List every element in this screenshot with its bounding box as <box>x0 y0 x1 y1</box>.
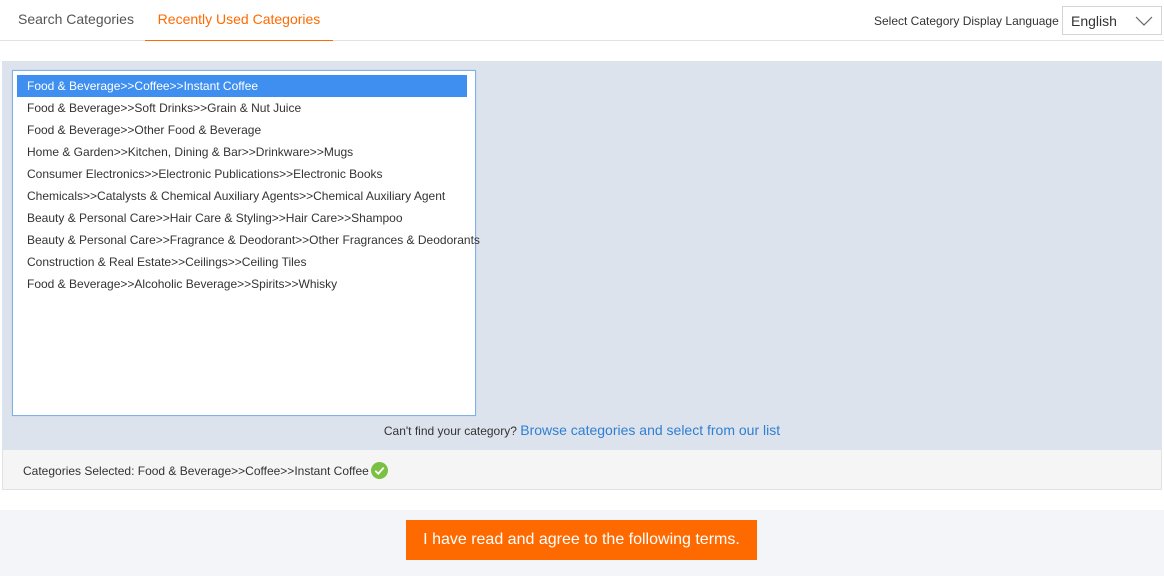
footer-area: I have read and agree to the following t… <box>0 510 1164 576</box>
categories-selected-value: Food & Beverage>>Coffee>>Instant Coffee <box>137 464 369 478</box>
recent-category-option[interactable]: Beauty & Personal Care>>Fragrance & Deod… <box>17 229 480 251</box>
cant-find-question: Can't find your category? <box>383 424 517 438</box>
recent-categories-panel: Food & Beverage>>Coffee>>Instant Coffee F… <box>2 61 1162 450</box>
recent-category-option[interactable]: Construction & Real Estate>>Ceilings>>Ce… <box>17 251 467 273</box>
browse-categories-link[interactable]: Browse categories and select from our li… <box>520 422 780 438</box>
check-circle-icon <box>370 462 388 479</box>
categories-selected-text: Categories Selected: Food & Beverage>>Co… <box>23 462 388 479</box>
categories-selected-label: Categories Selected: <box>23 464 135 478</box>
recent-category-option[interactable]: Food & Beverage>>Soft Drinks>>Grain & Nu… <box>17 97 467 119</box>
recent-category-option[interactable]: Consumer Electronics>>Electronic Publica… <box>17 163 467 185</box>
language-select[interactable]: English <box>1062 6 1162 35</box>
recent-category-option[interactable]: Food & Beverage>>Other Food & Beverage <box>17 119 467 141</box>
language-label: Select Category Display Language <box>874 14 1059 28</box>
recent-category-option[interactable]: Beauty & Personal Care>>Hair Care & Styl… <box>17 207 467 229</box>
recent-category-option[interactable]: Food & Beverage>>Coffee>>Instant Coffee <box>17 75 467 97</box>
language-selected-value: English <box>1071 13 1117 29</box>
tab-search-categories[interactable]: Search Categories <box>18 0 134 41</box>
recent-category-option[interactable]: Home & Garden>>Kitchen, Dining & Bar>>Dr… <box>17 141 467 163</box>
recent-category-option[interactable]: Chemicals>>Catalysts & Chemical Auxiliar… <box>17 185 467 207</box>
category-tabs-bar: Search Categories Recently Used Categori… <box>0 0 1164 41</box>
agree-terms-button[interactable]: I have read and agree to the following t… <box>406 520 757 560</box>
tab-recently-used-categories[interactable]: Recently Used Categories <box>145 0 333 41</box>
recent-category-option[interactable]: Food & Beverage>>Alcoholic Beverage>>Spi… <box>17 273 467 295</box>
cant-find-category: Can't find your category? Browse categor… <box>2 422 1162 439</box>
categories-selected-bar: Categories Selected: Food & Beverage>>Co… <box>2 450 1162 490</box>
recent-categories-listbox[interactable]: Food & Beverage>>Coffee>>Instant Coffee F… <box>12 70 480 416</box>
chevron-down-icon <box>1135 16 1153 26</box>
